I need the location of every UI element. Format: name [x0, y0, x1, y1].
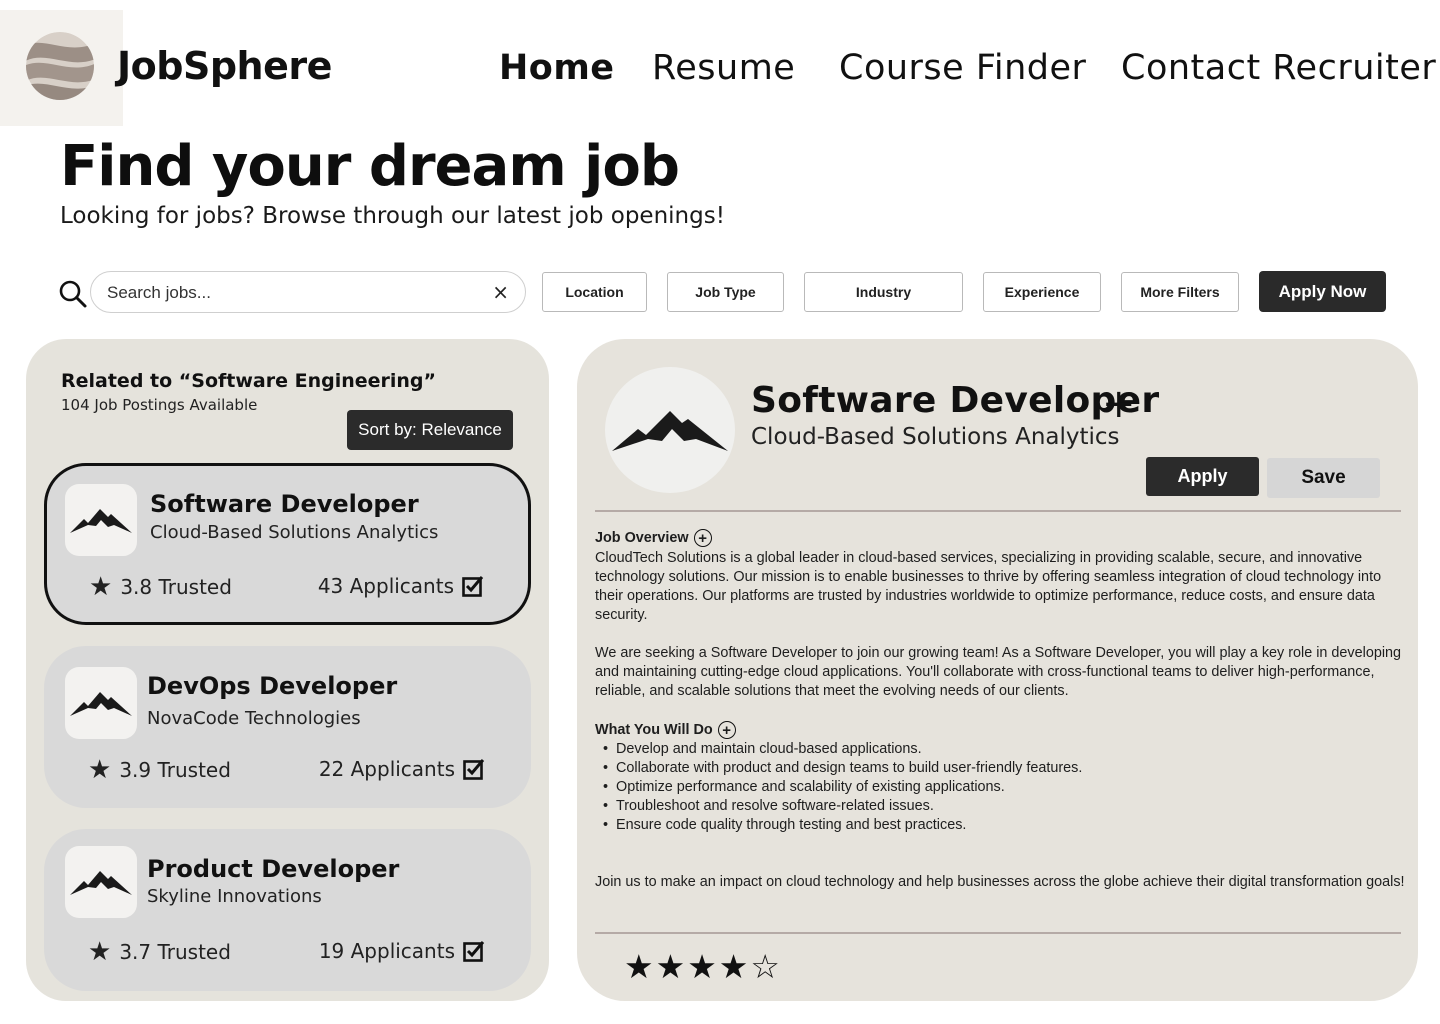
section-heading: What You Will Do + [595, 720, 1405, 740]
nav-contact-recruiter[interactable]: Contact Recruiter [1121, 48, 1436, 88]
sphere-logo-icon [26, 32, 94, 100]
clear-search-icon[interactable]: × [492, 280, 509, 304]
nav-course-finder[interactable]: Course Finder [839, 48, 1086, 88]
job-title: Product Developer [147, 855, 400, 883]
company-logo [65, 667, 137, 739]
applicants: 19 Applicants [319, 939, 485, 963]
sort-dropdown[interactable]: Sort by: Relevance [347, 410, 513, 450]
job-overview-heading: Job Overview [595, 529, 689, 546]
mountain-icon [612, 411, 728, 451]
company-logo [605, 367, 735, 493]
mountain-icon [70, 509, 132, 533]
overview-paragraph: We are seeking a Software Developer to j… [595, 645, 1402, 699]
apply-now-button[interactable]: Apply Now [1259, 271, 1386, 312]
mountain-icon [70, 692, 132, 716]
search-bar: × [90, 271, 526, 313]
results-count: 104 Job Postings Available [61, 396, 258, 414]
list-item: Develop and maintain cloud-based applica… [603, 740, 1405, 759]
rating: ★ 3.8 Trusted [89, 574, 232, 600]
detail-job-title: Software Developer [751, 380, 1160, 421]
job-card[interactable]: Product Developer Skyline Innovations ★ … [44, 829, 531, 991]
star-filled-icon[interactable]: ★ [719, 950, 749, 983]
responsibilities-list: Develop and maintain cloud-based applica… [595, 740, 1405, 835]
rating-text: 3.7 Trusted [119, 940, 231, 964]
star-icon: ★ [88, 937, 112, 967]
search-icon[interactable] [58, 279, 88, 309]
checkbox-checked-icon[interactable] [463, 940, 485, 962]
applicants: 43 Applicants [318, 574, 484, 598]
applicants-text: 19 Applicants [318, 939, 455, 963]
job-title: Software Developer [150, 490, 419, 518]
company-name: Skyline Innovations [147, 886, 322, 907]
checkbox-checked-icon[interactable] [463, 758, 485, 780]
star-icon: ★ [89, 572, 113, 602]
job-description: Job Overview + CloudTech Solutions is a … [595, 528, 1405, 892]
checkbox-checked-icon[interactable] [462, 575, 484, 597]
filter-experience[interactable]: Experience [983, 272, 1101, 312]
what-you-will-do-heading: What You Will Do [595, 721, 713, 738]
company-logo [65, 846, 137, 918]
overview-paragraph: CloudTech Solutions is a global leader i… [595, 550, 1382, 623]
logo[interactable] [0, 10, 123, 126]
expand-plus-icon[interactable]: + [693, 529, 712, 547]
filter-job-type[interactable]: Job Type [667, 272, 784, 312]
plus-icon[interactable]: + [1102, 384, 1136, 424]
mountain-icon [70, 871, 132, 895]
closing-paragraph: Join us to make an impact on cloud techn… [595, 874, 1405, 890]
star-filled-icon[interactable]: ★ [624, 950, 654, 983]
search-input[interactable] [107, 281, 477, 305]
divider [595, 510, 1401, 512]
list-item: Troubleshoot and resolve software-relate… [603, 797, 1405, 816]
job-card[interactable]: DevOps Developer NovaCode Technologies ★… [44, 646, 531, 808]
brand-name[interactable]: JobSphere [117, 44, 332, 88]
expand-plus-icon[interactable]: + [717, 721, 736, 739]
save-button[interactable]: Save [1267, 458, 1380, 498]
job-title: DevOps Developer [147, 672, 398, 700]
filter-more[interactable]: More Filters [1121, 272, 1239, 312]
list-item: Collaborate with product and design team… [603, 759, 1405, 778]
divider [595, 932, 1401, 934]
section-heading: Job Overview + [595, 528, 1405, 548]
applicants-text: 43 Applicants [317, 574, 454, 598]
nav-resume[interactable]: Resume [652, 48, 795, 88]
company-name: Cloud-Based Solutions Analytics [150, 522, 439, 543]
rating: ★ 3.7 Trusted [88, 939, 231, 965]
list-item: Ensure code quality through testing and … [603, 816, 1405, 835]
list-item: Optimize performance and scalability of … [603, 778, 1405, 797]
applicants: 22 Applicants [319, 757, 485, 781]
rating-text: 3.9 Trusted [119, 758, 231, 782]
star-rating[interactable]: ★ ★ ★ ★ ☆ [624, 950, 780, 983]
star-filled-icon[interactable]: ★ [687, 950, 717, 983]
star-filled-icon[interactable]: ★ [656, 950, 686, 983]
applicants-text: 22 Applicants [318, 757, 455, 781]
page-title: Find your dream job [60, 134, 680, 199]
star-icon: ★ [88, 755, 112, 785]
page-subtitle: Looking for jobs? Browse through our lat… [60, 203, 725, 229]
detail-company-name: Cloud-Based Solutions Analytics [751, 424, 1120, 450]
job-card[interactable]: Software Developer Cloud-Based Solutions… [44, 463, 531, 625]
filter-location[interactable]: Location [542, 272, 647, 312]
apply-button[interactable]: Apply [1146, 457, 1259, 496]
company-name: NovaCode Technologies [147, 708, 361, 729]
rating: ★ 3.9 Trusted [88, 757, 231, 783]
filter-industry[interactable]: Industry [804, 272, 963, 312]
nav-home[interactable]: Home [499, 48, 615, 88]
company-logo [65, 484, 137, 556]
results-heading: Related to “Software Engineering” [61, 370, 437, 392]
star-empty-icon[interactable]: ☆ [750, 950, 780, 983]
rating-text: 3.8 Trusted [120, 575, 232, 599]
